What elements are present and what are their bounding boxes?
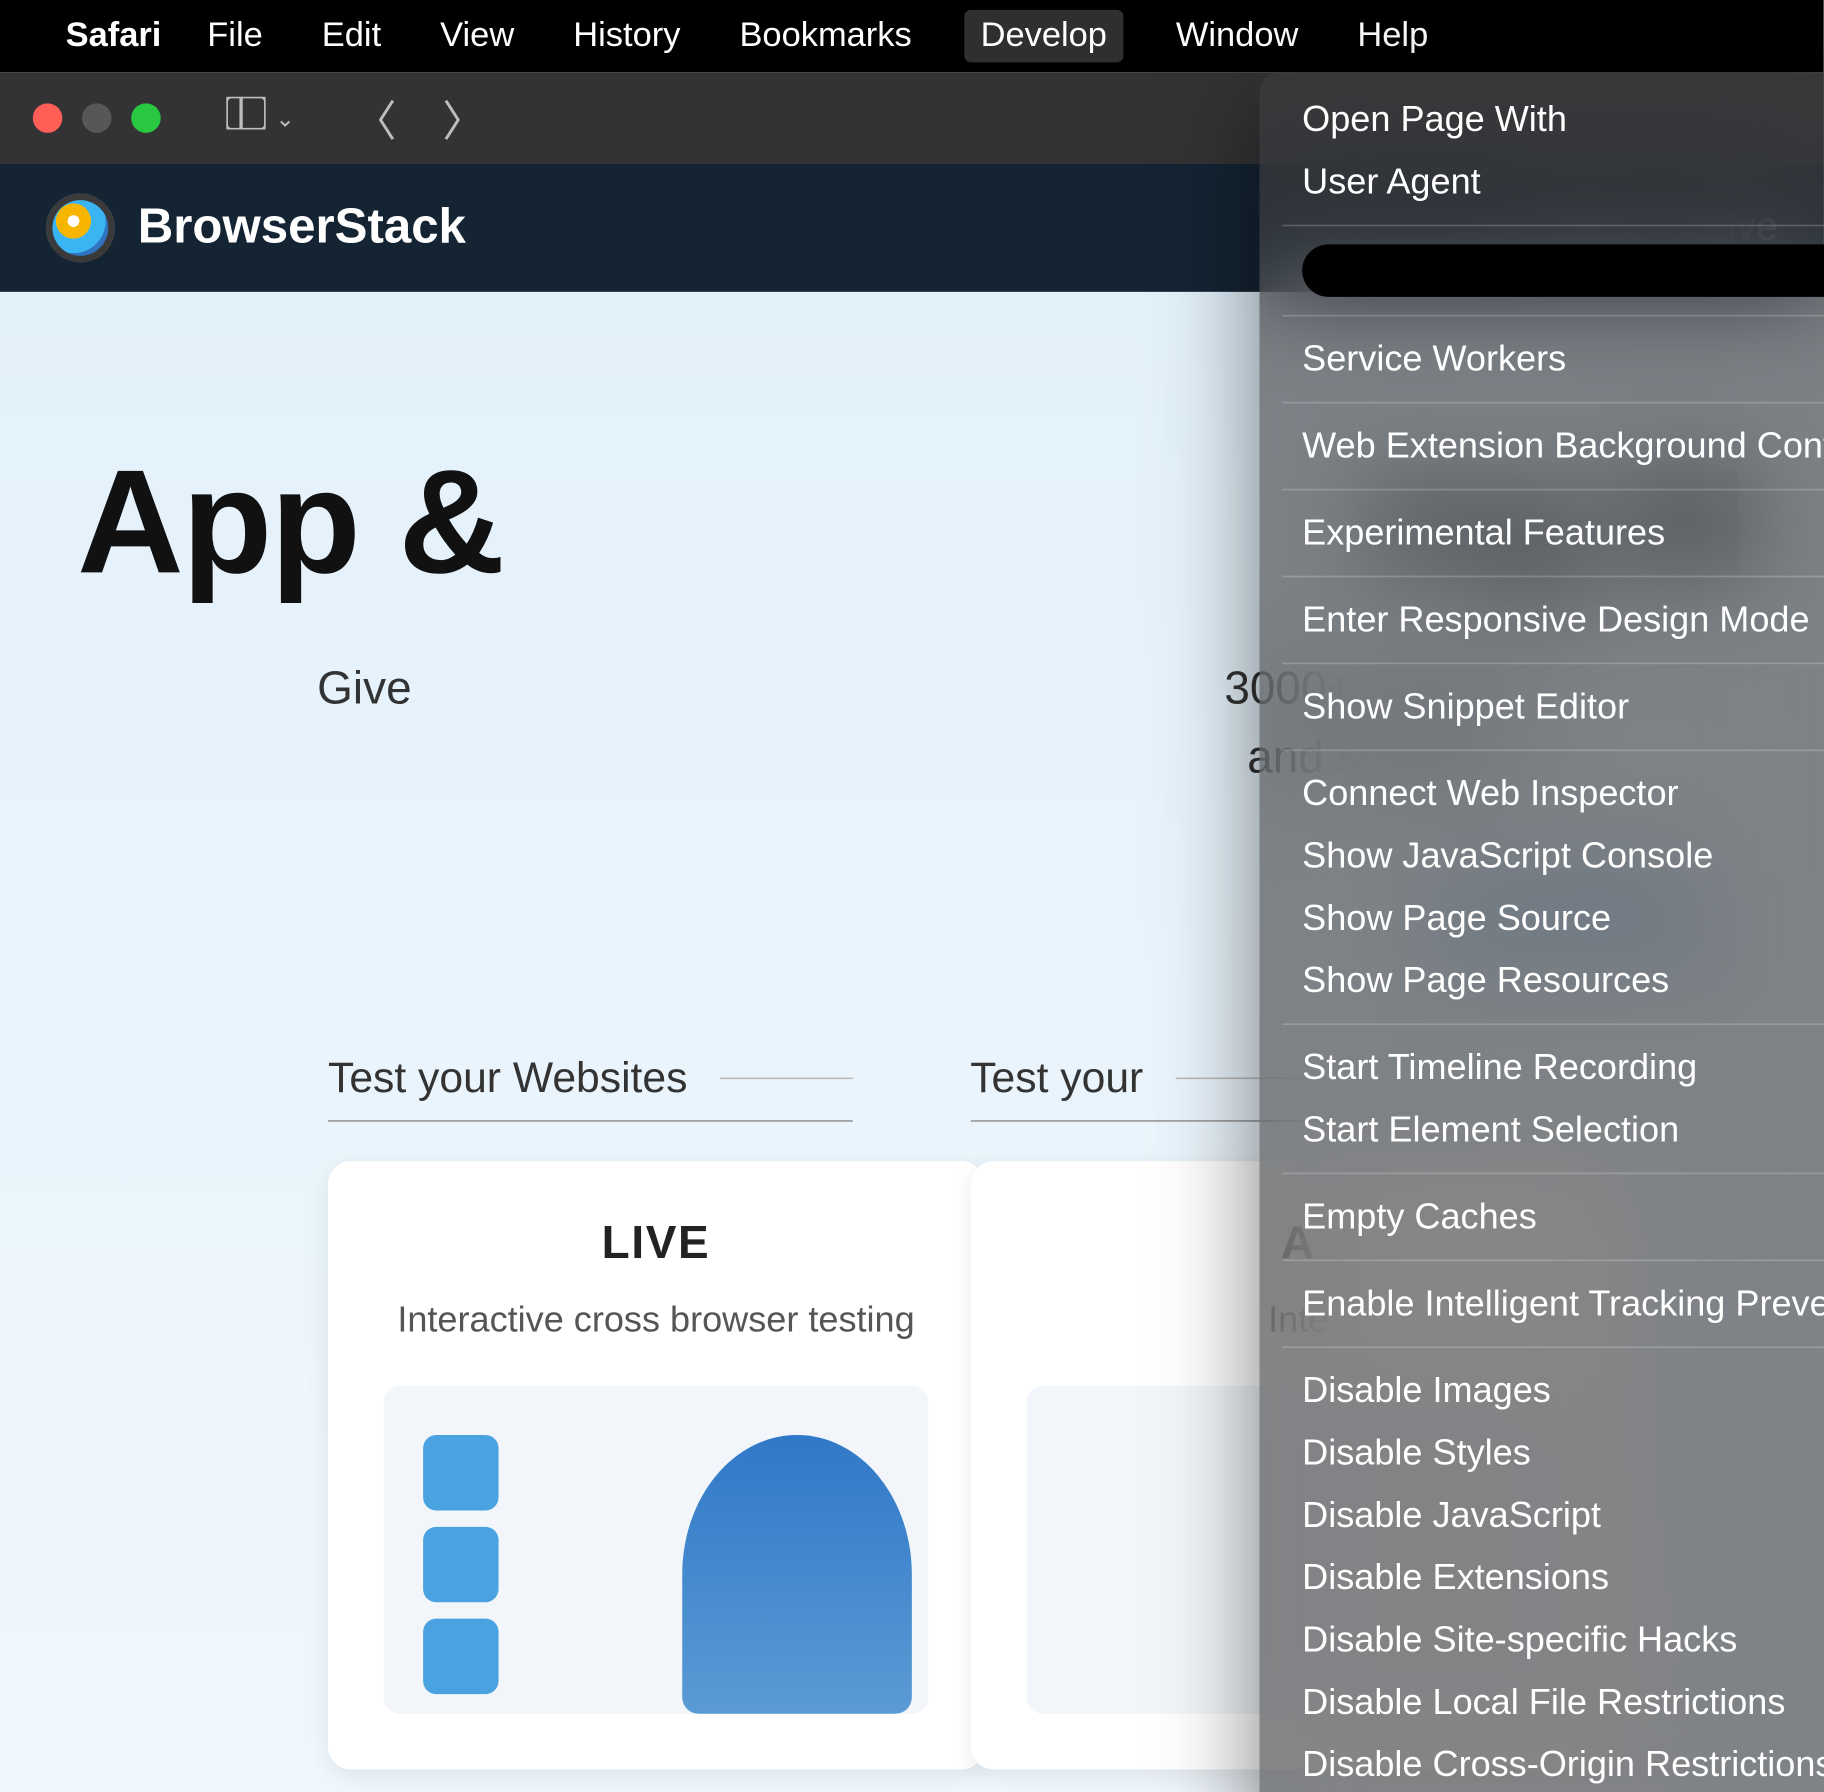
- menu-item[interactable]: Disable Images: [1260, 1360, 1824, 1422]
- menu-item[interactable]: Connect Web Inspector⌥⇧⌘I: [1260, 763, 1824, 825]
- back-button[interactable]: 〈: [354, 88, 397, 149]
- menu-item[interactable]: Enable Intelligent Tracking Prevention D…: [1260, 1273, 1824, 1335]
- menu-separator: [1282, 225, 1824, 227]
- menu-item-label: Disable Extensions: [1302, 1556, 1609, 1599]
- menu-item[interactable]: Web Extension Background Content›: [1260, 415, 1824, 477]
- develop-menu-dropdown: Open Page With›User Agent› › Service Worke…: [1260, 72, 1824, 1792]
- menu-item-label: Start Element Selection: [1302, 1109, 1679, 1152]
- menu-item[interactable]: Disable Styles: [1260, 1422, 1824, 1484]
- menu-item-label: Empty Caches: [1302, 1196, 1537, 1239]
- menu-item[interactable]: Show Page Source⌥⌘U: [1260, 887, 1824, 949]
- menu-item-label: Enter Responsive Design Mode: [1302, 599, 1809, 642]
- menu-separator: [1282, 1260, 1824, 1262]
- chevron-down-icon[interactable]: ⌄: [276, 104, 295, 132]
- menu-item-label: Experimental Features: [1302, 512, 1665, 555]
- menu-view[interactable]: View: [434, 16, 521, 55]
- menu-item[interactable]: Enter Responsive Design Mode⌃⌘R: [1260, 589, 1824, 651]
- menu-history[interactable]: History: [567, 16, 687, 55]
- menu-item-label: Disable Styles: [1302, 1432, 1531, 1475]
- menu-item[interactable]: Disable JavaScript: [1260, 1484, 1824, 1546]
- card-desc: Interactive cross browser testing: [384, 1292, 928, 1346]
- websites-heading: Test your Websites: [328, 1053, 853, 1122]
- websites-column: Test your Websites LIVE Interactive cros…: [328, 1053, 853, 1770]
- menu-item-label: Service Workers: [1302, 338, 1566, 381]
- forward-button[interactable]: 〉: [442, 88, 485, 149]
- menu-item[interactable]: Start Timeline Recording⌥⇧⌘T: [1260, 1036, 1824, 1098]
- menu-item-label: Show Page Resources: [1302, 959, 1669, 1002]
- menu-separator: [1282, 315, 1824, 317]
- zoom-window-button[interactable]: [131, 103, 161, 133]
- menu-item-label: Disable Local File Restrictions: [1302, 1681, 1785, 1724]
- menu-item-label: Disable JavaScript: [1302, 1494, 1601, 1537]
- menu-item[interactable]: Experimental Features›: [1260, 502, 1824, 564]
- menu-edit[interactable]: Edit: [315, 16, 387, 55]
- menu-separator: [1282, 1173, 1824, 1175]
- close-window-button[interactable]: [33, 103, 63, 133]
- browserstack-logo[interactable]: BrowserStack: [46, 194, 466, 263]
- menu-item-label: Show Snippet Editor: [1302, 686, 1629, 729]
- card-illustration: [384, 1386, 928, 1714]
- menu-separator: [1282, 402, 1824, 404]
- menu-separator: [1282, 749, 1824, 751]
- menu-item[interactable]: Show Page Resources⌥⌘A: [1260, 950, 1824, 1012]
- menubar-app-name[interactable]: Safari: [66, 16, 162, 55]
- menu-item[interactable]: User Agent›: [1260, 151, 1824, 213]
- menu-item[interactable]: Service Workers›: [1260, 328, 1824, 390]
- menu-bookmarks[interactable]: Bookmarks: [733, 16, 918, 55]
- menu-separator: [1282, 1346, 1824, 1348]
- menu-separator: [1282, 489, 1824, 491]
- live-card[interactable]: LIVE Interactive cross browser testing: [328, 1161, 984, 1769]
- menu-item[interactable]: Start Element Selection⇧⌘C: [1260, 1099, 1824, 1161]
- menu-item[interactable]: Open Page With›: [1260, 89, 1824, 151]
- menu-item-label: Connect Web Inspector: [1302, 772, 1678, 815]
- menu-item-label: Start Timeline Recording: [1302, 1046, 1697, 1089]
- menu-help[interactable]: Help: [1351, 16, 1435, 55]
- sidebar-toggle-icon[interactable]: [226, 97, 265, 140]
- brand-name: BrowserStack: [138, 200, 466, 256]
- menu-item[interactable]: Disable Extensions: [1260, 1547, 1824, 1609]
- menu-separator: [1282, 576, 1824, 578]
- menu-separator: [1282, 1023, 1824, 1025]
- menu-item-label: Web Extension Background Content: [1302, 425, 1824, 468]
- card-title: LIVE: [384, 1217, 928, 1269]
- window-controls: [33, 103, 161, 133]
- menu-item[interactable]: Show JavaScript Console⌥⌘C: [1260, 825, 1824, 887]
- menu-window[interactable]: Window: [1169, 16, 1305, 55]
- menu-item[interactable]: Disable Local File Restrictions: [1260, 1671, 1824, 1733]
- redacted-item: [1302, 244, 1824, 296]
- menu-item[interactable]: ›: [1260, 238, 1824, 304]
- menu-item-label: Disable Site-specific Hacks: [1302, 1619, 1737, 1662]
- menu-item[interactable]: Show Snippet Editor: [1260, 676, 1824, 738]
- menu-item-label: Open Page With: [1302, 98, 1567, 141]
- menu-item[interactable]: Disable Site-specific Hacks: [1260, 1609, 1824, 1671]
- menu-item-label: Disable Images: [1302, 1369, 1551, 1412]
- menu-file[interactable]: File: [201, 16, 270, 55]
- menu-item-label: Show JavaScript Console: [1302, 835, 1713, 878]
- macos-menubar: Safari File Edit View History Bookmarks …: [0, 0, 1824, 72]
- menu-develop[interactable]: Develop: [964, 10, 1123, 62]
- browserstack-logo-icon: [46, 194, 115, 263]
- menu-item[interactable]: Disable Cross-Origin Restrictions: [1260, 1733, 1824, 1792]
- menu-item-label: Show Page Source: [1302, 897, 1611, 940]
- menu-separator: [1282, 663, 1824, 665]
- menu-item-label: Enable Intelligent Tracking Prevention D…: [1302, 1282, 1824, 1325]
- menu-item-label: Disable Cross-Origin Restrictions: [1302, 1743, 1824, 1786]
- menu-item-label: User Agent: [1302, 161, 1481, 204]
- menu-item[interactable]: Empty Caches⌥⌘E: [1260, 1186, 1824, 1248]
- minimize-window-button[interactable]: [82, 103, 112, 133]
